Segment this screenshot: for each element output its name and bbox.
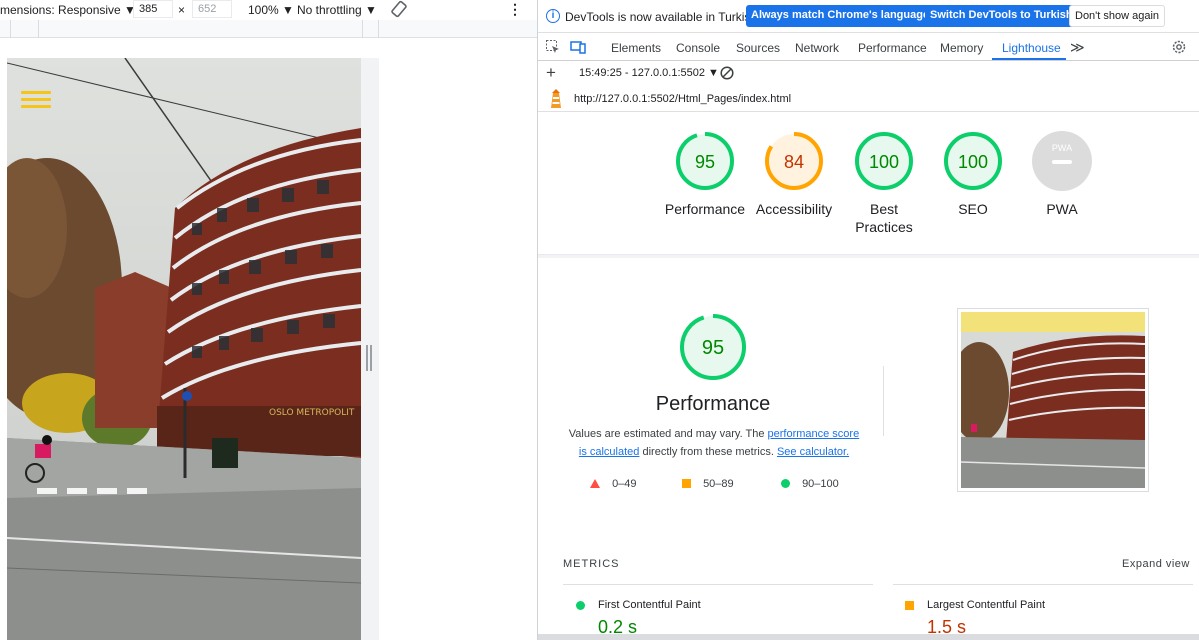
fail-triangle-icon: [590, 479, 600, 488]
tab-console[interactable]: Console: [676, 41, 720, 55]
more-options-icon[interactable]: ⋮: [508, 1, 522, 18]
rotate-icon[interactable]: [390, 0, 408, 18]
score-gauge-performance[interactable]: 95 Performance: [660, 131, 750, 218]
legend-pass-range: 90–100: [802, 478, 839, 490]
height-input[interactable]: 652: [192, 0, 232, 18]
score-value: 84: [784, 152, 804, 172]
score-ring: 95: [676, 132, 734, 190]
metrics-heading: METRICS: [563, 558, 620, 570]
see-calculator-link[interactable]: See calculator.: [777, 446, 849, 458]
score-label: PWA: [1046, 201, 1078, 217]
street-photo: OSLO METROPOLIT: [7, 58, 361, 640]
is-calculated-link[interactable]: is calculated: [579, 446, 640, 458]
inspect-element-icon[interactable]: [545, 39, 561, 55]
throttling-dropdown[interactable]: No throttling ▼: [297, 3, 377, 17]
tab-lighthouse[interactable]: Lighthouse: [1002, 41, 1061, 55]
score-value: 95: [695, 152, 715, 172]
final-screenshot-thumbnail[interactable]: [949, 308, 1149, 492]
device-emulation-pane: mensions: Responsive ▼ 385 × 652 100% ▼ …: [0, 0, 537, 640]
hamburger-menu-icon[interactable]: [21, 91, 51, 111]
report-selector[interactable]: 15:49:25 - 127.0.0.1:5502 ▼: [579, 67, 719, 79]
performance-gauge-large: 95: [679, 313, 747, 386]
zoom-dropdown[interactable]: 100% ▼: [248, 3, 294, 17]
metrics-divider-left: [563, 584, 873, 585]
legend-fail-range: 0–49: [612, 478, 637, 490]
media-query-ruler: [0, 20, 537, 38]
new-report-plus-icon[interactable]: +: [546, 63, 556, 83]
tab-network[interactable]: Network: [795, 41, 839, 55]
settings-gear-icon[interactable]: [1171, 39, 1187, 55]
score-ring: 100: [855, 132, 913, 190]
device-viewport[interactable]: OSLO METROPOLIT: [7, 58, 361, 640]
legend-average: 50–89: [682, 478, 734, 490]
more-tabs-icon[interactable]: ≫: [1070, 39, 1085, 56]
match-language-button[interactable]: Always match Chrome's language: [746, 5, 935, 27]
devtools-tabbar: Elements Console Sources Network Perform…: [538, 35, 1199, 61]
score-value: 100: [869, 152, 899, 172]
report-url-row: http://127.0.0.1:5502/Html_Pages/index.h…: [538, 86, 1199, 112]
score-gauges: 95 Performance 84 Accessibility 100 Best Prac…: [538, 113, 1199, 255]
infobar-text: DevTools is now available in Turkish!: [565, 10, 761, 24]
resize-handle[interactable]: [366, 345, 372, 371]
dimensions-dropdown[interactable]: mensions: Responsive ▼: [0, 3, 136, 17]
legend-fail: 0–49: [590, 478, 637, 490]
report-url[interactable]: http://127.0.0.1:5502/Html_Pages/index.h…: [574, 93, 791, 105]
divider: [883, 366, 884, 436]
pass-circle-icon: [576, 601, 585, 610]
dimension-separator: ×: [178, 3, 186, 17]
tab-performance[interactable]: Performance: [858, 41, 927, 55]
score-value: 100: [958, 152, 988, 172]
performance-score-large: 95: [702, 337, 724, 359]
legend-average-range: 50–89: [703, 478, 734, 490]
tab-memory[interactable]: Memory: [940, 41, 983, 55]
pass-circle-icon: [781, 479, 790, 488]
score-ring: 84: [765, 132, 823, 190]
horizontal-scrollbar[interactable]: [538, 634, 1199, 640]
desc-text-1: Values are estimated and may vary. The: [568, 428, 768, 440]
tab-sources[interactable]: Sources: [736, 41, 780, 55]
lighthouse-logo-icon: [548, 89, 564, 109]
average-square-icon: [682, 479, 691, 488]
score-label: Performance: [664, 201, 746, 217]
performance-section: 95 Performance Values are estimated and …: [538, 258, 1199, 640]
thumbnail-image: [949, 312, 1146, 488]
score-label: Accessibility: [755, 201, 833, 217]
width-input[interactable]: 385: [133, 0, 173, 18]
devtools-pane: i DevTools is now available in Turkish! …: [537, 0, 1199, 640]
expand-view-toggle[interactable]: Expand view: [1122, 558, 1190, 570]
lighthouse-toolbar: + 15:49:25 - 127.0.0.1:5502 ▼: [538, 62, 1199, 84]
lcp-label: Largest Contentful Paint: [927, 599, 1046, 611]
score-gauge-best-practices[interactable]: 100 Best Practices: [839, 131, 929, 236]
dont-show-again-button[interactable]: Don't show again: [1069, 5, 1166, 27]
score-gauge-accessibility[interactable]: 84 Accessibility: [749, 131, 839, 218]
score-ring: 100: [944, 132, 1002, 190]
average-square-icon: [905, 601, 914, 610]
score-gauge-seo[interactable]: 100 SEO: [928, 131, 1018, 218]
language-infobar: i DevTools is now available in Turkish! …: [538, 0, 1199, 33]
metrics-divider-right: [893, 584, 1193, 585]
pwa-badge-text: PWA: [1052, 143, 1072, 153]
info-icon: i: [546, 9, 560, 23]
score-label: Best Practices: [855, 201, 913, 235]
score-label: SEO: [958, 201, 988, 217]
device-toolbar: mensions: Responsive ▼ 385 × 652 100% ▼ …: [0, 0, 537, 20]
legend-pass: 90–100: [781, 478, 839, 490]
performance-description: Values are estimated and may vary. The p…: [563, 425, 865, 461]
tab-elements[interactable]: Elements: [611, 41, 661, 55]
clear-all-icon[interactable]: [720, 66, 734, 80]
screen: mensions: Responsive ▼ 385 × 652 100% ▼ …: [0, 0, 1199, 640]
switch-turkish-button[interactable]: Switch DevTools to Turkish: [925, 5, 1078, 27]
desc-text-2: directly from these metrics.: [639, 446, 777, 458]
fcp-label: First Contentful Paint: [598, 599, 701, 611]
device-toolbar-icon[interactable]: [570, 39, 586, 55]
performance-score-link[interactable]: performance score: [768, 428, 860, 440]
building-sign: OSLO METROPOLIT: [269, 408, 355, 418]
performance-title: Performance: [655, 393, 771, 415]
active-tab-indicator: [992, 58, 1066, 60]
score-ring: PWA: [1032, 131, 1092, 191]
score-gauge-pwa[interactable]: PWA PWA: [1017, 131, 1107, 218]
